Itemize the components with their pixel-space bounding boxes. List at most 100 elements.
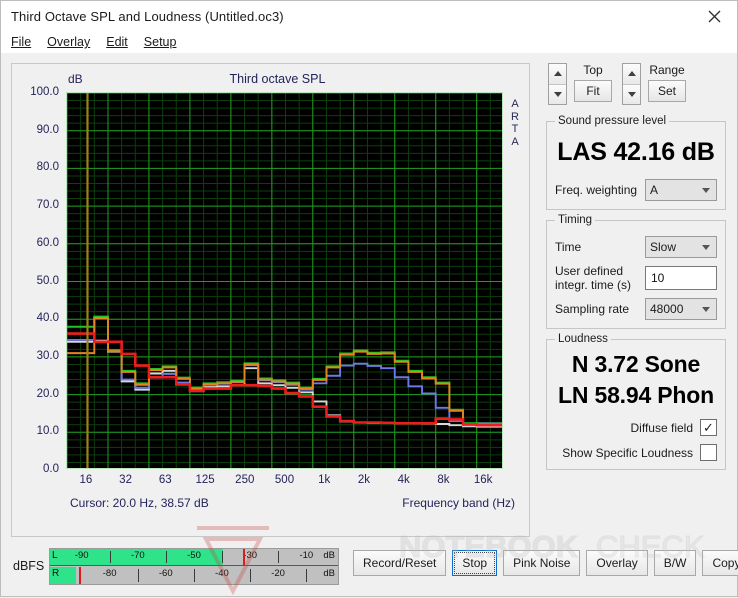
range-label: Range (649, 63, 685, 77)
diffuse-field-row[interactable]: Diffuse field ✓ (555, 419, 717, 436)
loudness-sone-reading: N 3.72 Sone (571, 351, 701, 377)
chevron-down-icon (702, 306, 710, 312)
plot-area[interactable] (66, 92, 503, 469)
loudness-legend: Loudness (558, 333, 608, 345)
meter-tick-label: -30 (243, 550, 258, 561)
show-specific-loudness-label: Show Specific Loudness (562, 445, 693, 460)
meter-tick-mark (278, 551, 280, 563)
y-tick-label: 100.0 (30, 86, 59, 98)
y-tick-label: 90.0 (36, 123, 59, 136)
top-label: Top (583, 63, 603, 77)
menu-item-overlay[interactable]: Overlay (47, 35, 90, 49)
loudness-group: Loudness N 3.72 Sone LN 58.94 Phon Diffu… (546, 333, 726, 470)
sampling-rate-label: Sampling rate (555, 302, 630, 316)
y-tick-label: 70.0 (36, 199, 59, 212)
meter-tick-label: -90 (74, 550, 89, 561)
cursor-readout: Cursor: 20.0 Hz, 38.57 dB (70, 496, 209, 510)
arta-letter-a2: A (511, 135, 519, 148)
button-record-reset[interactable]: Record/Reset (353, 550, 447, 576)
scale-controls-row: Top Fit Range Set (538, 59, 732, 111)
x-tick-label: 32 (119, 474, 132, 486)
button-copy[interactable]: Copy (702, 550, 738, 576)
top-spinner[interactable] (548, 63, 567, 105)
range-spinner[interactable] (622, 63, 641, 105)
loudness-phon-reading: LN 58.94 Phon (558, 382, 714, 408)
range-set-button[interactable]: Set (648, 80, 686, 102)
x-axis-title: Frequency band (Hz) (402, 496, 515, 510)
x-tick-label: 8k (437, 474, 450, 486)
sampling-rate-value: 48000 (650, 302, 684, 316)
top-control-group: Top Fit (548, 63, 612, 105)
graph-panel[interactable]: Third octave SPL dB 100.0 90.0 80.0 70.0 60.… (11, 63, 530, 537)
button-stop[interactable]: Stop (452, 550, 498, 576)
freq-weighting-select[interactable]: A (645, 179, 717, 201)
title-bar: Third Octave SPL and Loudness (Untitled.… (1, 1, 737, 31)
x-tick-label: 63 (158, 474, 172, 486)
top-spinner-up-icon[interactable] (549, 64, 566, 85)
arta-letter-r: R (511, 110, 519, 123)
button-pink-noise[interactable]: Pink Noise (503, 550, 581, 576)
show-specific-loudness-row[interactable]: Show Specific Loudness (555, 444, 717, 461)
right-controls-column: Top Fit Range Set Sound pressure level L… (538, 59, 732, 470)
meter-peak-marker-left (242, 549, 245, 566)
range-spinner-down-icon[interactable] (623, 84, 640, 104)
menu-item-edit[interactable]: Edit (106, 35, 128, 49)
meter-tick-label: -60 (158, 568, 173, 579)
button-overlay[interactable]: Overlay (586, 550, 648, 576)
timing-group: Timing Time Slow User defined integr. ti… (546, 214, 726, 329)
close-icon[interactable] (691, 1, 737, 31)
chevron-down-icon (702, 187, 710, 193)
meter-unit-bottom: dB (323, 568, 335, 579)
chevron-down-icon (702, 244, 710, 250)
app-window: Third Octave SPL and Loudness (Untitled.… (0, 0, 738, 597)
timing-legend: Timing (558, 214, 593, 226)
menu-item-file[interactable]: File (11, 35, 31, 49)
y-tick-label: 40.0 (36, 312, 59, 325)
main-area: Third octave SPL dB 100.0 90.0 80.0 70.0 60.… (1, 53, 737, 540)
range-spinner-up-icon[interactable] (623, 64, 640, 85)
sampling-rate-row: Sampling rate 48000 (555, 298, 717, 320)
menu-overlay-label: Overlay (47, 35, 91, 49)
integration-time-label: User defined integr. time (s) (555, 264, 632, 292)
time-row: Time Slow (555, 236, 717, 258)
integration-time-input[interactable]: 10 (645, 266, 717, 290)
meter-tick-mark (165, 551, 167, 563)
meter-tick-label: -20 (271, 568, 285, 579)
button-b-w[interactable]: B/W (653, 550, 697, 576)
meter-tick-mark (249, 569, 251, 582)
meter-tick-label: -70 (130, 550, 145, 561)
bottom-bar: dBFS L -90 -70 -50 -30 -10 dB R -80 -60 -40 -20… (1, 540, 738, 596)
top-fit-button[interactable]: Fit (574, 80, 612, 102)
x-tick-label: 1k (318, 474, 331, 486)
menu-setup-label: Setup (143, 35, 177, 49)
meter-tick-label: -10 (299, 550, 314, 561)
meter-tick-mark (221, 551, 223, 563)
meter-tick-mark (306, 569, 308, 582)
meter-tick-label: -50 (187, 550, 201, 561)
top-spinner-down-icon[interactable] (549, 84, 566, 104)
diffuse-field-checkbox[interactable]: ✓ (700, 419, 717, 436)
meter-unit-top: dB (323, 550, 335, 561)
y-tick-label: 20.0 (36, 387, 59, 400)
dbfs-label: dBFS (13, 559, 45, 573)
meter-peak-marker-right (79, 567, 82, 584)
show-specific-loudness-checkbox[interactable] (700, 444, 717, 461)
integration-time-row: User defined integr. time (s) 10 (555, 264, 717, 292)
x-tick-label: 2k (357, 474, 371, 486)
spl-reading: LAS 42.16 dB (557, 138, 715, 166)
meter-tick-label: -80 (102, 568, 117, 579)
action-button-bar: Record/Reset Stop Pink Noise Overlay B/W Copy (353, 550, 738, 576)
y-tick-label: 0.0 (43, 463, 59, 475)
freq-weighting-row: Freq. weighting A (555, 179, 717, 201)
arta-letter-t: T (511, 123, 519, 135)
arta-letter-a: A (511, 98, 519, 110)
time-select[interactable]: Slow (645, 236, 717, 258)
x-tick-label: 125 (195, 474, 215, 486)
sampling-rate-select[interactable]: 48000 (645, 298, 717, 320)
dbfs-level-meter: L -90 -70 -50 -30 -10 dB R -80 -60 -40 -20 dB (49, 548, 339, 585)
arta-watermark: A R T A (508, 98, 522, 148)
menu-item-setup[interactable]: Setup (144, 35, 177, 49)
meter-tick-label: -40 (215, 568, 229, 579)
meter-row-left: L -90 -70 -50 -30 -10 dB (50, 549, 338, 566)
range-control-group: Range Set (622, 63, 686, 105)
